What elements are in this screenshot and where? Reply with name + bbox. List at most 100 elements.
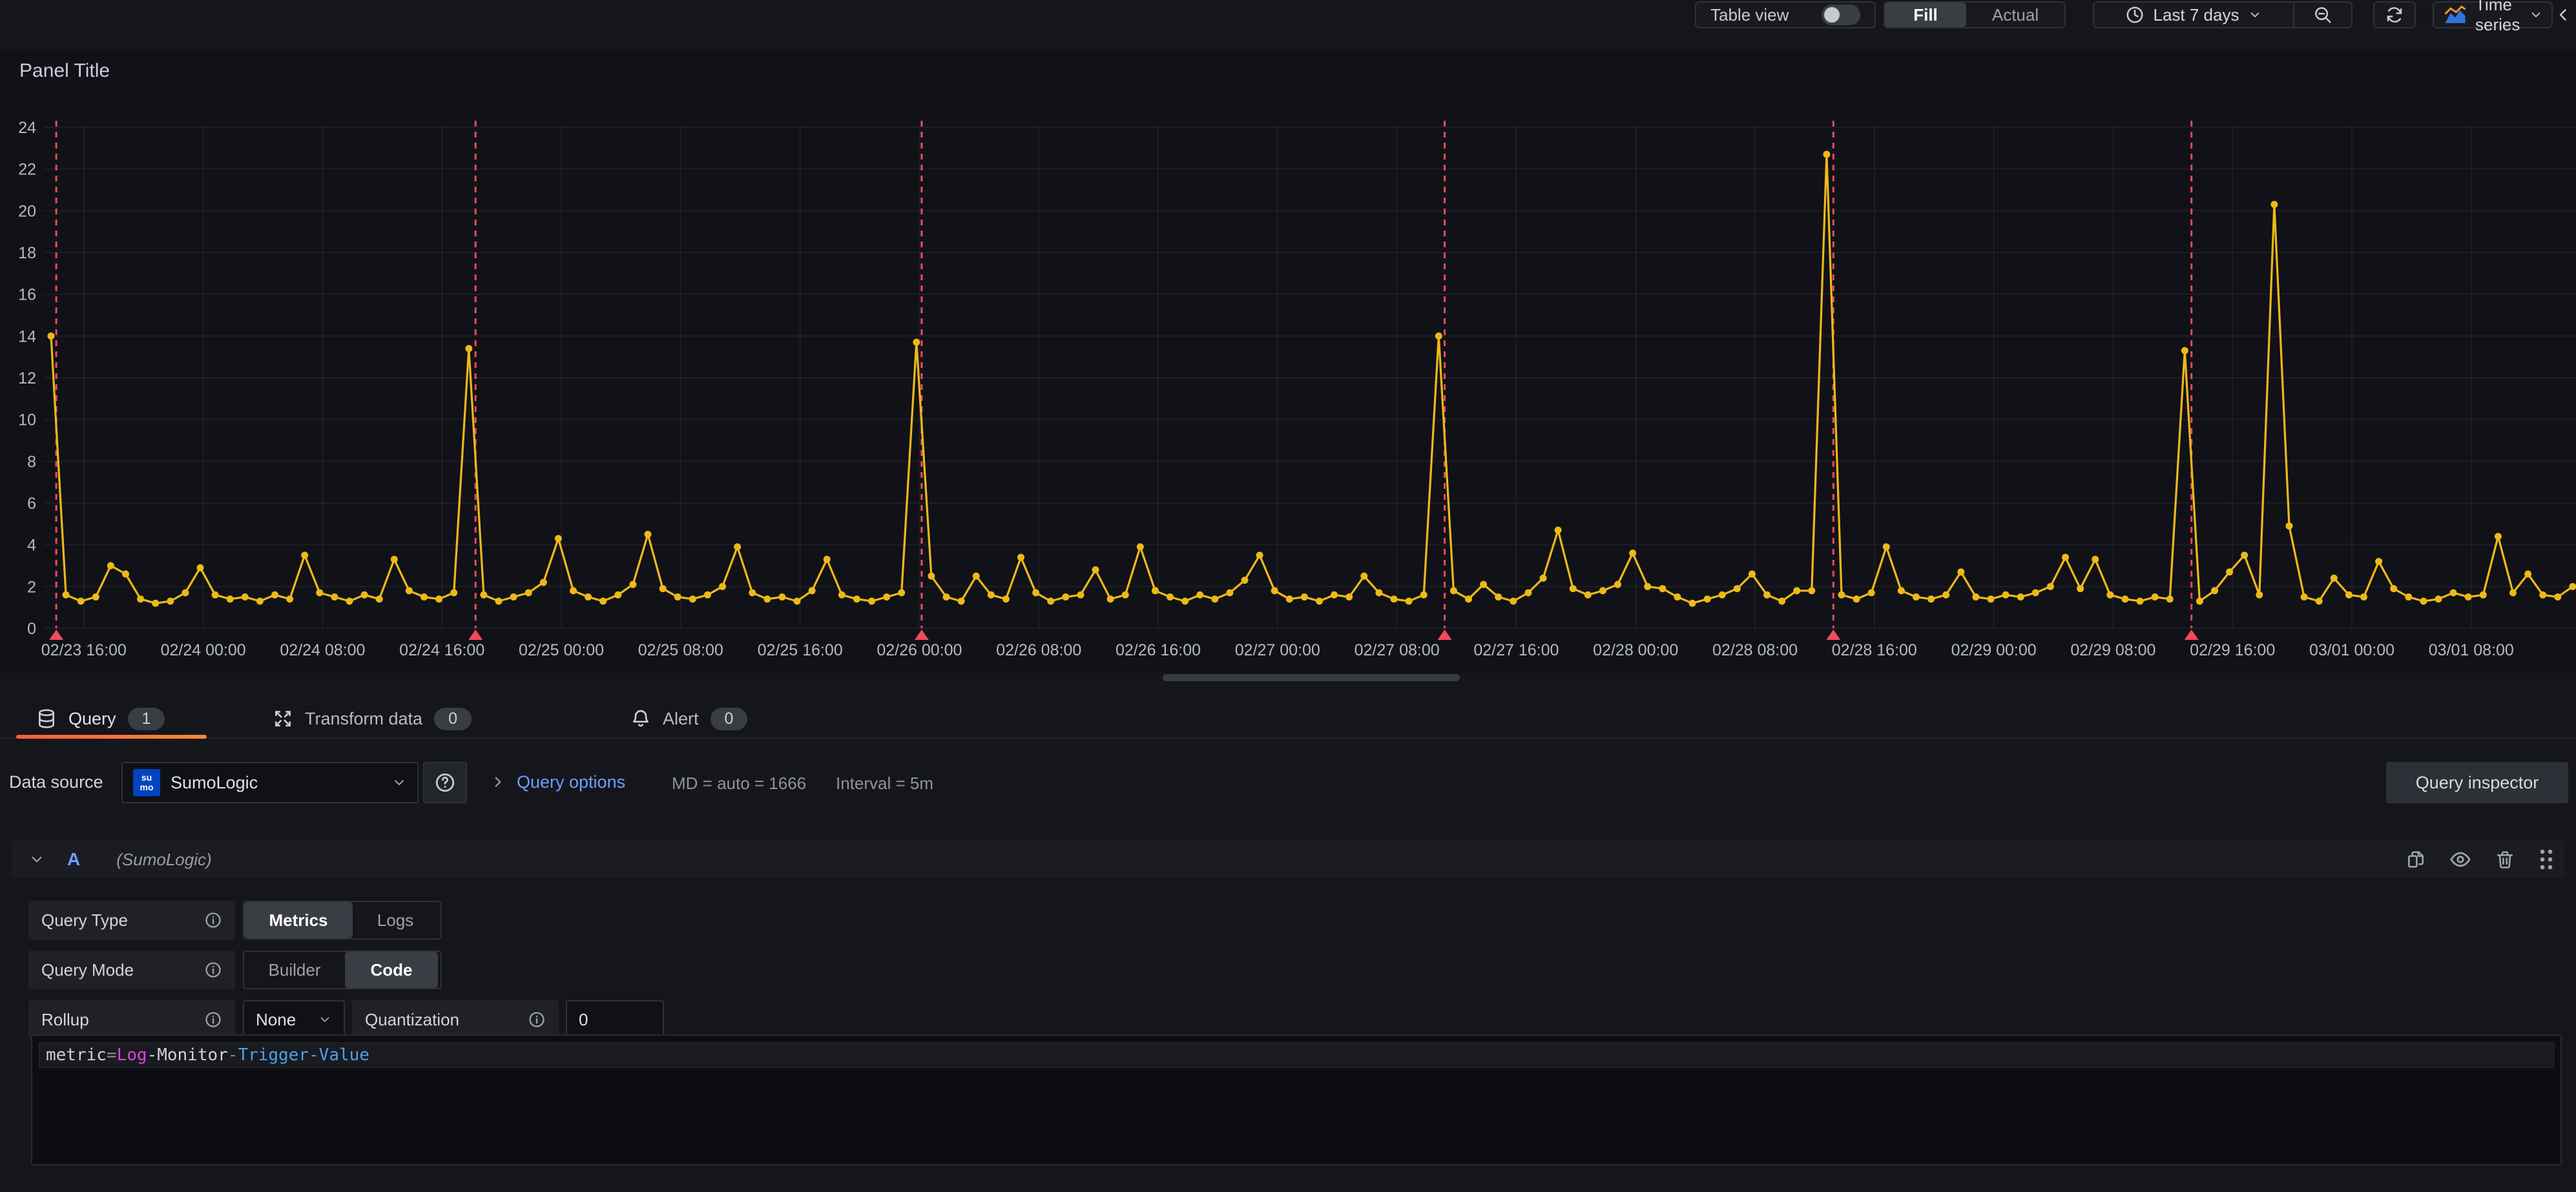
series-point[interactable]: [704, 591, 711, 599]
series-point[interactable]: [2569, 583, 2576, 590]
series-point[interactable]: [1629, 550, 1636, 557]
horizontal-scrollbar-thumb[interactable]: [1163, 674, 1460, 681]
annotation-marker[interactable]: [2185, 630, 2199, 640]
drag-handle-grip-icon[interactable]: [2539, 848, 2554, 871]
series-point[interactable]: [2331, 575, 2338, 582]
series-point[interactable]: [78, 597, 85, 604]
series-point[interactable]: [167, 597, 174, 604]
series-point[interactable]: [2435, 595, 2442, 602]
series-point[interactable]: [973, 573, 980, 580]
tab-query[interactable]: Query 1: [36, 701, 165, 736]
query-mode-option-code[interactable]: Code: [345, 952, 438, 988]
metrics-code-editor[interactable]: metric=Log-Monitor-Trigger-Value: [31, 1034, 2562, 1166]
series-point[interactable]: [1316, 597, 1323, 604]
table-view-switch[interactable]: [1822, 5, 1860, 25]
series-point[interactable]: [197, 564, 204, 571]
series-point[interactable]: [2137, 597, 2144, 604]
series-point[interactable]: [614, 591, 621, 599]
series-point[interactable]: [1927, 595, 1935, 602]
series-point[interactable]: [406, 587, 413, 594]
series-point[interactable]: [2465, 593, 2472, 601]
query-row-header[interactable]: A (SumoLogic): [12, 841, 2564, 878]
series-point[interactable]: [92, 593, 99, 601]
series-point[interactable]: [495, 597, 503, 604]
collapse-options-pane-button[interactable]: [2554, 5, 2573, 25]
series-point[interactable]: [1062, 593, 1069, 601]
series-point[interactable]: [1406, 597, 1413, 604]
info-circle-icon[interactable]: [204, 1011, 222, 1029]
series-point[interactable]: [1167, 593, 1174, 601]
query-options-chevron-icon[interactable]: [490, 774, 506, 790]
series-point[interactable]: [824, 556, 831, 563]
series-point[interactable]: [1301, 593, 1308, 601]
series-point[interactable]: [2316, 597, 2323, 604]
series-point[interactable]: [1286, 595, 1293, 602]
series-point[interactable]: [1017, 554, 1024, 561]
query-type-option-metrics[interactable]: Metrics: [244, 902, 353, 938]
series-point[interactable]: [122, 570, 129, 577]
series-point[interactable]: [1047, 597, 1054, 604]
series-point[interactable]: [1808, 587, 1815, 594]
series-point[interactable]: [719, 583, 726, 590]
delete-query-trash-icon[interactable]: [2495, 849, 2515, 870]
series-point[interactable]: [2450, 590, 2457, 597]
zoom-out-button[interactable]: [2294, 3, 2351, 27]
series-point[interactable]: [1838, 591, 1845, 599]
series-point[interactable]: [1152, 587, 1159, 594]
series-point[interactable]: [853, 595, 860, 602]
series-point[interactable]: [1868, 590, 1875, 597]
series-point[interactable]: [2152, 593, 2159, 601]
series-point[interactable]: [2420, 597, 2427, 604]
series-point[interactable]: [1584, 591, 1592, 599]
series-point[interactable]: [2480, 591, 2487, 599]
series-point[interactable]: [2375, 558, 2382, 565]
series-point[interactable]: [1420, 591, 1428, 599]
series-point[interactable]: [137, 595, 144, 602]
series-point[interactable]: [1226, 590, 1233, 597]
series-point[interactable]: [2524, 570, 2531, 577]
series-point[interactable]: [2032, 590, 2039, 597]
series-point[interactable]: [1107, 595, 1114, 602]
series-point[interactable]: [1271, 587, 1278, 594]
info-circle-icon[interactable]: [204, 911, 222, 929]
series-point[interactable]: [2301, 593, 2308, 601]
series-point[interactable]: [1032, 590, 1039, 597]
series-point[interactable]: [749, 590, 756, 597]
series-point[interactable]: [2509, 590, 2517, 597]
series-point[interactable]: [2554, 593, 2561, 601]
series-point[interactable]: [242, 593, 249, 601]
time-range-button[interactable]: Last 7 days: [2094, 3, 2293, 27]
series-point[interactable]: [525, 590, 532, 597]
series-point[interactable]: [1734, 585, 1741, 592]
series-point[interactable]: [1495, 593, 1502, 601]
series-point[interactable]: [674, 593, 681, 601]
series-point[interactable]: [2405, 593, 2412, 601]
duplicate-query-icon[interactable]: [2405, 849, 2426, 870]
series-point[interactable]: [1555, 527, 1562, 534]
annotation-marker[interactable]: [1826, 630, 1840, 640]
tab-transform-data[interactable]: Transform data 0: [273, 701, 472, 736]
series-point[interactable]: [1002, 595, 1010, 602]
series-point[interactable]: [107, 562, 114, 570]
series-point[interactable]: [2270, 201, 2278, 208]
series-point[interactable]: [271, 591, 278, 599]
info-circle-icon[interactable]: [204, 961, 222, 979]
series-point[interactable]: [1480, 581, 1487, 588]
annotation-marker[interactable]: [915, 630, 929, 640]
series-point[interactable]: [2017, 593, 2024, 601]
series-point[interactable]: [1092, 566, 1099, 573]
series-point[interactable]: [1241, 577, 1249, 584]
series-point[interactable]: [480, 591, 487, 599]
series-point[interactable]: [2121, 595, 2128, 602]
series-point[interactable]: [913, 339, 920, 346]
series-point[interactable]: [1465, 595, 1472, 602]
series-point[interactable]: [1793, 587, 1800, 594]
series-point[interactable]: [1853, 595, 1860, 602]
series-point[interactable]: [943, 593, 950, 601]
fill-option[interactable]: Fill: [1885, 3, 1966, 27]
annotation-marker[interactable]: [1438, 630, 1452, 640]
series-point[interactable]: [2166, 595, 2174, 602]
series-point[interactable]: [1763, 591, 1771, 599]
series-point[interactable]: [63, 591, 70, 599]
annotation-marker[interactable]: [49, 630, 63, 640]
